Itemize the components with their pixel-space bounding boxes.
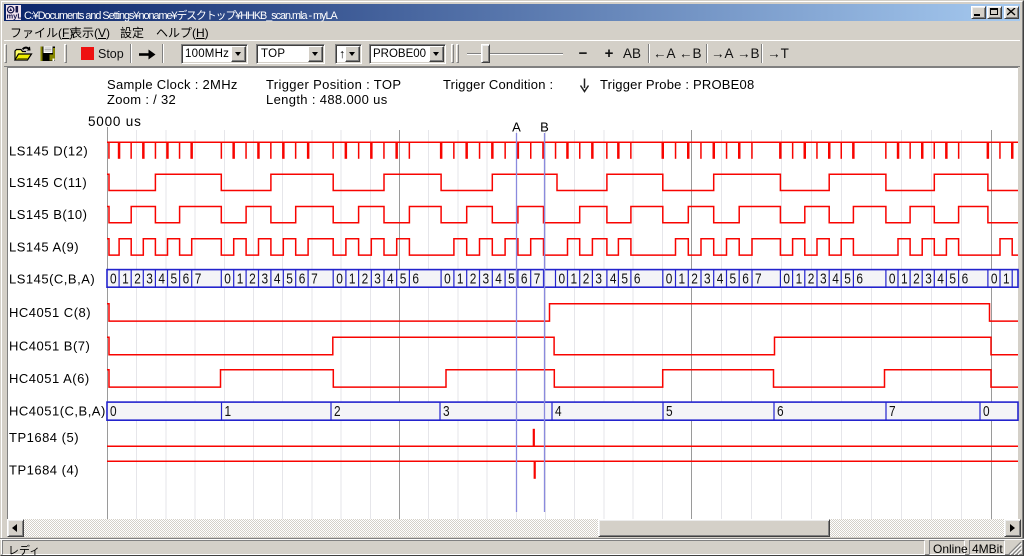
svg-text:0: 0 bbox=[983, 403, 990, 419]
svg-text:0: 0 bbox=[783, 270, 790, 286]
svg-text:7: 7 bbox=[534, 270, 541, 286]
svg-text:2: 2 bbox=[691, 270, 698, 286]
svg-text:1: 1 bbox=[122, 270, 129, 286]
svg-text:HC4051 A(6): HC4051 A(6) bbox=[9, 371, 90, 386]
svg-text:0: 0 bbox=[224, 270, 231, 286]
svg-text:6: 6 bbox=[412, 270, 419, 286]
svg-text:5: 5 bbox=[171, 270, 178, 286]
svg-text:1: 1 bbox=[571, 270, 578, 286]
svg-text:0: 0 bbox=[444, 270, 451, 286]
svg-text:3: 3 bbox=[443, 403, 450, 419]
svg-text:1: 1 bbox=[457, 270, 464, 286]
svg-text:Zoom : / 32: Zoom : / 32 bbox=[107, 92, 176, 107]
svg-text:6: 6 bbox=[299, 270, 306, 286]
svg-text:5: 5 bbox=[286, 270, 293, 286]
svg-text:B: B bbox=[540, 120, 549, 135]
svg-text:4: 4 bbox=[832, 270, 839, 286]
svg-text:0: 0 bbox=[336, 270, 343, 286]
svg-text:3: 3 bbox=[820, 270, 827, 286]
svg-text:1: 1 bbox=[796, 270, 803, 286]
svg-text:7: 7 bbox=[195, 270, 202, 286]
svg-text:5: 5 bbox=[508, 270, 515, 286]
svg-text:5: 5 bbox=[400, 270, 407, 286]
svg-text:1: 1 bbox=[237, 270, 244, 286]
svg-text:TP1684 (5): TP1684 (5) bbox=[9, 430, 79, 445]
svg-text:3: 3 bbox=[595, 270, 602, 286]
svg-text:2: 2 bbox=[362, 270, 369, 286]
svg-text:5000 us: 5000 us bbox=[88, 114, 142, 129]
svg-text:0: 0 bbox=[666, 270, 673, 286]
svg-text:A: A bbox=[512, 120, 521, 135]
svg-text:1: 1 bbox=[225, 403, 232, 419]
svg-text:Length : 488.000 us: Length : 488.000 us bbox=[266, 92, 388, 107]
svg-text:4: 4 bbox=[555, 403, 562, 419]
svg-text:5: 5 bbox=[621, 270, 628, 286]
svg-text:1: 1 bbox=[1003, 270, 1010, 286]
svg-text:myLA: myLA bbox=[7, 12, 22, 21]
svg-text:7: 7 bbox=[889, 403, 896, 419]
svg-text:HC4051 B(7): HC4051 B(7) bbox=[9, 339, 90, 354]
svg-text:7: 7 bbox=[755, 270, 762, 286]
svg-text:6: 6 bbox=[634, 270, 641, 286]
svg-text:4: 4 bbox=[387, 270, 394, 286]
svg-text:2: 2 bbox=[334, 403, 341, 419]
svg-text:1: 1 bbox=[901, 270, 908, 286]
svg-text:2: 2 bbox=[134, 270, 141, 286]
svg-text:0: 0 bbox=[991, 270, 998, 286]
svg-text:5: 5 bbox=[949, 270, 956, 286]
svg-text:6: 6 bbox=[183, 270, 190, 286]
svg-text:TP1684 (4): TP1684 (4) bbox=[9, 463, 79, 478]
svg-text:2: 2 bbox=[913, 270, 920, 286]
svg-text:3: 3 bbox=[704, 270, 711, 286]
svg-text:3: 3 bbox=[146, 270, 153, 286]
svg-text:LS145 B(10): LS145 B(10) bbox=[9, 207, 88, 222]
svg-text:5: 5 bbox=[666, 403, 673, 419]
svg-text:3: 3 bbox=[925, 270, 932, 286]
svg-text:HC4051(C,B,A): HC4051(C,B,A) bbox=[9, 404, 106, 419]
svg-text:Trigger Position : TOP: Trigger Position : TOP bbox=[266, 77, 401, 92]
svg-text:4: 4 bbox=[717, 270, 724, 286]
svg-text:6: 6 bbox=[521, 270, 528, 286]
svg-text:1: 1 bbox=[349, 270, 356, 286]
svg-text:4: 4 bbox=[495, 270, 502, 286]
svg-text:LS145(C,B,A): LS145(C,B,A) bbox=[9, 272, 95, 287]
svg-text:0: 0 bbox=[889, 270, 896, 286]
svg-text:3: 3 bbox=[262, 270, 269, 286]
svg-text:LS145 A(9): LS145 A(9) bbox=[9, 240, 79, 255]
svg-text:4: 4 bbox=[610, 270, 617, 286]
svg-text:2: 2 bbox=[583, 270, 590, 286]
svg-text:HC4051 C(8): HC4051 C(8) bbox=[9, 305, 91, 320]
svg-text:4: 4 bbox=[274, 270, 281, 286]
svg-text:5: 5 bbox=[844, 270, 851, 286]
svg-text:4: 4 bbox=[937, 270, 944, 286]
svg-text:5: 5 bbox=[730, 270, 737, 286]
svg-text:1: 1 bbox=[679, 270, 686, 286]
svg-text:2: 2 bbox=[808, 270, 815, 286]
svg-text:7: 7 bbox=[311, 270, 318, 286]
svg-text:6: 6 bbox=[742, 270, 749, 286]
svg-text:Trigger Probe : PROBE08: Trigger Probe : PROBE08 bbox=[600, 77, 754, 92]
svg-text:Trigger Condition :: Trigger Condition : bbox=[443, 77, 553, 92]
svg-text:0: 0 bbox=[110, 403, 117, 419]
svg-text:3: 3 bbox=[374, 270, 381, 286]
svg-text:2: 2 bbox=[249, 270, 256, 286]
svg-text:6: 6 bbox=[962, 270, 969, 286]
svg-text:4: 4 bbox=[158, 270, 165, 286]
svg-text:LS145 C(11): LS145 C(11) bbox=[9, 175, 87, 190]
svg-text:Sample Clock : 2MHz: Sample Clock : 2MHz bbox=[107, 77, 238, 92]
svg-text:0: 0 bbox=[559, 270, 566, 286]
svg-text:2: 2 bbox=[470, 270, 477, 286]
svg-text:LS145 D(12): LS145 D(12) bbox=[9, 143, 88, 158]
svg-text:6: 6 bbox=[856, 270, 863, 286]
svg-text:0: 0 bbox=[110, 270, 117, 286]
svg-text:6: 6 bbox=[777, 403, 784, 419]
svg-text:3: 3 bbox=[483, 270, 490, 286]
